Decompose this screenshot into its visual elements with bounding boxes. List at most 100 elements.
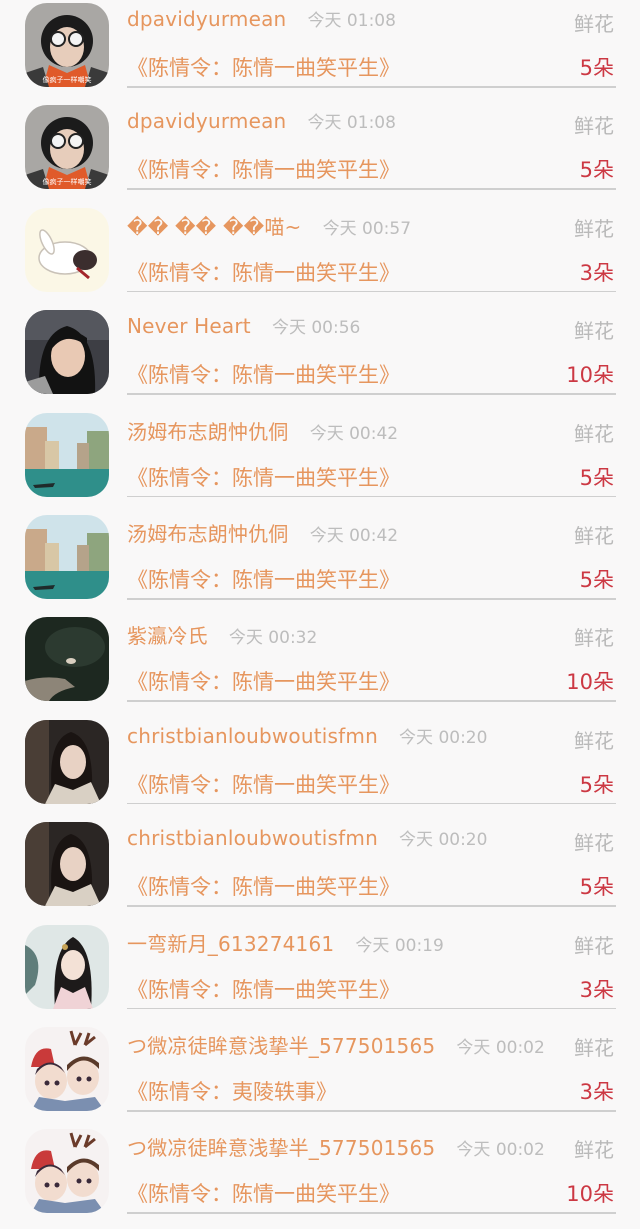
divider (127, 290, 616, 293)
gift-type-label: 鲜花 (572, 1134, 614, 1164)
book-title-link[interactable]: 《陈情令：陈情一曲笑平生》 (127, 769, 400, 799)
book-title-link[interactable]: 《陈情令：陈情一曲笑平生》 (127, 257, 400, 287)
row-header: 汤姆布志朗忡仇侗 今天 00:42 (127, 518, 616, 552)
list-item[interactable]: 像疯子一样嘲笑 dpavidyurmean 今天 01:08 鲜花 《陈情令：陈… (0, 0, 640, 102)
gift-type-label: 鲜花 (572, 8, 614, 37)
divider (127, 802, 616, 805)
avatar[interactable]: 像疯子一样嘲笑 (25, 105, 109, 190)
avatar-image (25, 719, 109, 804)
list-item[interactable]: Never Heart 今天 00:56 鲜花 《陈情令：陈情一曲笑平生》 10… (0, 307, 640, 409)
book-title-link[interactable]: 《陈情令：陈情一曲笑平生》 (127, 871, 400, 901)
gift-count: 5朵 (579, 772, 614, 797)
gift-type-label: 鲜花 (572, 417, 614, 447)
user-name[interactable]: 汤姆布志朗忡仇侗 (127, 416, 289, 445)
timestamp: 今天 00:32 (228, 628, 318, 649)
list-item[interactable]: つ微凉徒眸意浅挚半_577501565 今天 00:02 鲜花 《陈情令：陈情一… (0, 1126, 640, 1228)
divider (127, 1212, 616, 1214)
list-item[interactable]: 汤姆布志朗忡仇侗 今天 00:42 鲜花 《陈情令：陈情一曲笑平生》 5朵 (0, 512, 640, 614)
gift-count: 5朵 (579, 56, 614, 80)
user-name[interactable]: つ微凉徒眸意浅挚半_577501565 (127, 1030, 435, 1059)
book-title-link[interactable]: 《陈情令：陈情一曲笑平生》 (127, 974, 400, 1004)
avatar-image (25, 924, 109, 1009)
row-header: christbianloubwoutisfmn 今天 00:20 (127, 723, 616, 757)
avatar-image (25, 412, 109, 497)
gift-count: 5朵 (579, 158, 614, 183)
avatar[interactable] (25, 412, 109, 497)
timestamp: 今天 00:02 (456, 1038, 545, 1058)
user-name[interactable]: つ微凉徒眸意浅挚半_577501565 (127, 1132, 435, 1161)
timestamp: 今天 00:57 (322, 218, 412, 239)
user-name[interactable]: 汤姆布志朗忡仇侗 (127, 518, 289, 547)
user-name[interactable]: christbianloubwoutisfmn (127, 724, 378, 748)
gift-type-label: 鲜花 (572, 827, 614, 857)
book-title-link[interactable]: 《陈情令：陈情一曲笑平生》 (127, 52, 400, 82)
gift-type-label: 鲜花 (572, 622, 614, 652)
divider (127, 188, 616, 190)
list-item[interactable]: つ微凉徒眸意浅挚半_577501565 今天 00:02 鲜花 《陈情令：夷陵轶… (0, 1024, 640, 1126)
row-header: 汤姆布志朗忡仇侗 今天 00:42 (127, 416, 616, 450)
avatar[interactable] (25, 1027, 109, 1111)
avatar[interactable] (25, 822, 109, 907)
book-title-link[interactable]: 《陈情令：陈情一曲笑平生》 (127, 666, 400, 696)
book-title-link[interactable]: 《陈情令：陈情一曲笑平生》 (127, 564, 400, 594)
row-header: Never Heart 今天 00:56 (127, 313, 616, 347)
user-name[interactable]: dpavidyurmean (127, 7, 286, 31)
user-name[interactable]: 一弯新月_613274161 (127, 928, 334, 957)
gift-count: 10朵 (566, 1182, 614, 1207)
list-item[interactable]: christbianloubwoutisfmn 今天 00:20 鲜花 《陈情令… (0, 819, 640, 921)
avatar[interactable] (25, 207, 109, 292)
gift-count: 3朵 (579, 977, 614, 1002)
user-name[interactable]: christbianloubwoutisfmn (127, 826, 378, 850)
avatar[interactable] (25, 310, 109, 395)
avatar-image (25, 822, 109, 907)
gift-type-label: 鲜花 (572, 212, 614, 242)
list-item[interactable]: 一弯新月_613274161 今天 00:19 鲜花 《陈情令：陈情一曲笑平生》… (0, 922, 640, 1024)
gift-count: 3朵 (579, 260, 614, 285)
gift-type-label: 鲜花 (572, 520, 614, 549)
avatar[interactable] (25, 515, 109, 599)
avatar-image (25, 617, 109, 702)
divider (127, 700, 616, 702)
book-title-link[interactable]: 《陈情令：陈情一曲笑平生》 (127, 1178, 400, 1208)
gift-count: 5朵 (579, 875, 614, 900)
list-item[interactable]: 像疯子一样嘲笑 dpavidyurmean 今天 01:08 鲜花 《陈情令：陈… (0, 102, 640, 204)
gift-type-label: 鲜花 (572, 724, 614, 754)
user-name[interactable]: dpavidyurmean (127, 109, 286, 133)
list-item[interactable]: 汤姆布志朗忡仇侗 今天 00:42 鲜花 《陈情令：陈情一曲笑平生》 5朵 (0, 410, 640, 512)
list-item[interactable]: christbianloubwoutisfmn 今天 00:20 鲜花 《陈情令… (0, 717, 640, 819)
avatar-image (25, 1129, 109, 1214)
user-name[interactable]: Never Heart (127, 314, 251, 338)
divider (127, 495, 616, 498)
row-header: つ微凉徒眸意浅挚半_577501565 今天 00:02 (127, 1132, 616, 1166)
timestamp: 今天 00:02 (456, 1140, 545, 1161)
divider (127, 1110, 616, 1112)
row-header: 一弯新月_613274161 今天 00:19 (127, 928, 616, 962)
divider (127, 86, 616, 88)
book-title-link[interactable]: 《陈情令：陈情一曲笑平生》 (127, 359, 400, 389)
book-title-link[interactable]: 《陈情令：陈情一曲笑平生》 (127, 462, 400, 492)
timestamp: 今天 00:20 (399, 830, 488, 851)
avatar-image: 像疯子一样嘲笑 (25, 3, 109, 87)
gift-type-label: 鲜花 (572, 929, 614, 959)
avatar-image (25, 310, 109, 395)
avatar[interactable] (25, 719, 109, 804)
timestamp: 今天 00:56 (271, 318, 361, 339)
row-header: christbianloubwoutisfmn 今天 00:20 (127, 825, 616, 859)
user-name[interactable]: �� �� ��喵~ (127, 211, 302, 240)
list-item[interactable]: �� �� ��喵~ 今天 00:57 鲜花 《陈情令：陈情一曲笑平生》 3朵 (0, 205, 640, 307)
list-item[interactable]: 紫瀛冷氏 今天 00:32 鲜花 《陈情令：陈情一曲笑平生》 10朵 (0, 614, 640, 716)
avatar[interactable]: 像疯子一样嘲笑 (25, 3, 109, 87)
avatar[interactable] (25, 924, 109, 1009)
divider (127, 598, 616, 600)
gift-type-label: 鲜花 (572, 315, 614, 345)
user-name[interactable]: 紫瀛冷氏 (127, 620, 208, 649)
book-title-link[interactable]: 《陈情令：陈情一曲笑平生》 (127, 154, 400, 184)
timestamp: 今天 01:08 (307, 11, 396, 31)
book-title-link[interactable]: 《陈情令：夷陵轶事》 (127, 1076, 337, 1106)
avatar-caption: 像疯子一样嘲笑 (43, 75, 92, 84)
avatar[interactable] (25, 617, 109, 702)
row-header: 紫瀛冷氏 今天 00:32 (127, 620, 616, 654)
gift-type-label: 鲜花 (572, 110, 614, 140)
row-header: dpavidyurmean 今天 01:08 (127, 108, 616, 142)
avatar[interactable] (25, 1129, 109, 1214)
